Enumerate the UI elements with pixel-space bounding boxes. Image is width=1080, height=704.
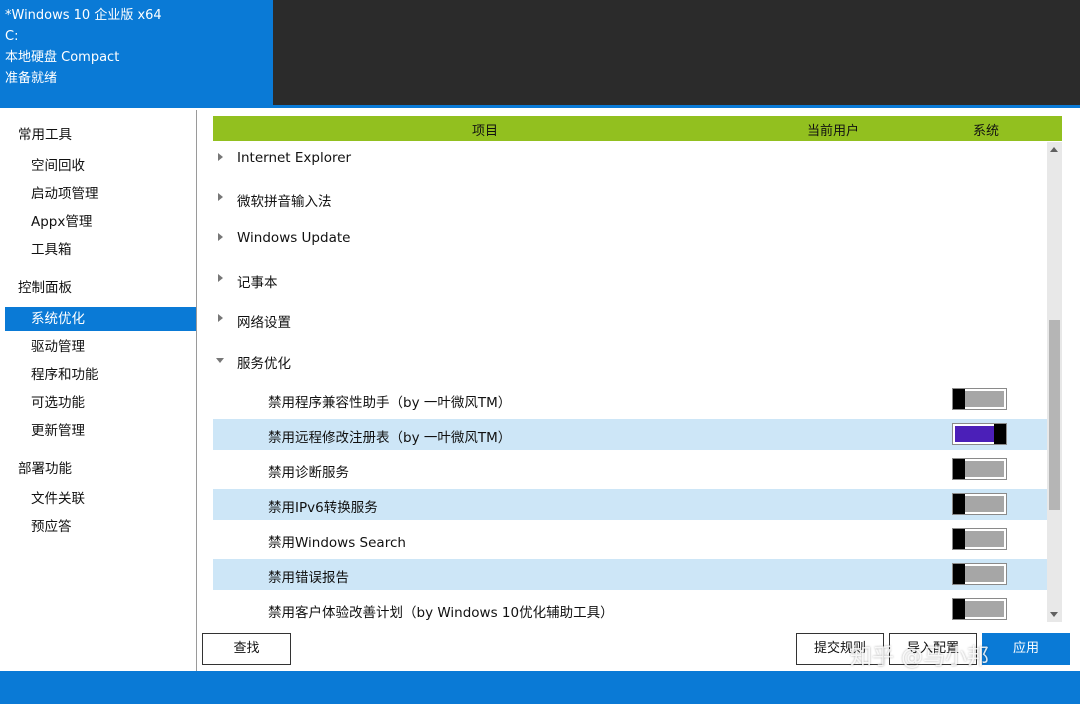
sidebar-item-startup-manager[interactable]: 启动项管理 — [5, 182, 196, 206]
category-internet-explorer[interactable]: Internet Explorer — [213, 145, 1048, 175]
tree-list: Internet Explorer 微软拼音输入法 Windows Update… — [213, 142, 1048, 622]
sidebar-item-toolbox[interactable]: 工具箱 — [5, 238, 196, 262]
sidebar-item-programs-features[interactable]: 程序和功能 — [5, 363, 196, 387]
import-config-button[interactable]: 导入配置 — [889, 633, 977, 665]
toggle-knob — [953, 529, 965, 549]
service-row: 禁用客户体验改善计划（by Windows 10优化辅助工具） — [213, 594, 1048, 622]
sidebar-item-driver-manager[interactable]: 驱动管理 — [5, 335, 196, 359]
expand-arrow-icon — [218, 233, 223, 241]
toggle-knob — [994, 424, 1006, 444]
table-header: 项目 当前用户 系统 — [213, 116, 1062, 141]
service-label: 禁用程序兼容性助手（by 一叶微风TM） — [268, 395, 512, 411]
image-info-panel: *Windows 10 企业版 x64 C: 本地硬盘 Compact 准备就绪 — [0, 0, 273, 108]
toggle-knob — [953, 599, 965, 619]
apply-button[interactable]: 应用 — [982, 633, 1070, 665]
system-toggle[interactable] — [952, 423, 1007, 445]
expand-arrow-icon — [218, 153, 223, 161]
service-label: 禁用客户体验改善计划（by Windows 10优化辅助工具） — [268, 605, 614, 621]
category-notepad[interactable]: 记事本 — [213, 266, 1048, 296]
column-header-item: 项目 — [472, 124, 499, 139]
system-toggle[interactable] — [952, 598, 1007, 620]
service-label: 禁用远程修改注册表（by 一叶微风TM） — [268, 430, 512, 446]
expand-arrow-icon — [218, 274, 223, 282]
category-windows-update[interactable]: Windows Update — [213, 225, 1048, 255]
service-label: 禁用错误报告 — [268, 570, 349, 586]
sidebar-item-update-manager[interactable]: 更新管理 — [5, 419, 196, 443]
footer-bar — [0, 671, 1080, 704]
service-label: 禁用IPv6转换服务 — [268, 500, 378, 516]
sidebar-group-common-tools: 常用工具 — [18, 127, 72, 143]
service-row: 禁用诊断服务 — [213, 454, 1048, 485]
service-row: 禁用错误报告 — [213, 559, 1048, 590]
header: *Windows 10 企业版 x64 C: 本地硬盘 Compact 准备就绪 — [0, 0, 1080, 108]
system-toggle[interactable] — [952, 388, 1007, 410]
column-header-system: 系统 — [973, 124, 1000, 139]
sidebar-item-appx-manager[interactable]: Appx管理 — [5, 210, 196, 234]
category-label: 网络设置 — [237, 315, 291, 331]
service-row: 禁用程序兼容性助手（by 一叶微风TM） — [213, 384, 1048, 415]
scroll-down-arrow-icon[interactable] — [1050, 612, 1058, 617]
category-label: 微软拼音输入法 — [237, 194, 332, 210]
expand-arrow-icon — [218, 193, 223, 201]
sidebar-item-optional-features[interactable]: 可选功能 — [5, 391, 196, 415]
app-window: *Windows 10 企业版 x64 C: 本地硬盘 Compact 准备就绪… — [0, 0, 1080, 704]
service-row: 禁用Windows Search — [213, 524, 1048, 555]
expand-arrow-icon — [218, 314, 223, 322]
category-network-settings[interactable]: 网络设置 — [213, 306, 1048, 336]
toggle-knob — [953, 389, 965, 409]
sidebar: 常用工具 空间回收 启动项管理 Appx管理 工具箱 控制面板 系统优化 驱动管… — [2, 110, 197, 671]
category-label: 服务优化 — [237, 356, 291, 372]
submit-rules-button[interactable]: 提交规则 — [796, 633, 884, 665]
sidebar-group-control-panel: 控制面板 — [18, 280, 72, 296]
service-label: 禁用Windows Search — [268, 535, 406, 551]
category-label: Internet Explorer — [237, 150, 352, 166]
toggle-knob — [953, 459, 965, 479]
os-label: *Windows 10 企业版 x64 — [5, 8, 162, 23]
sidebar-item-unattend[interactable]: 预应答 — [5, 515, 196, 539]
category-pinyin-ime[interactable]: 微软拼音输入法 — [213, 185, 1048, 215]
find-button[interactable]: 查找 — [202, 633, 291, 665]
sidebar-item-system-optimize[interactable]: 系统优化 — [5, 307, 196, 331]
sidebar-item-space-reclaim[interactable]: 空间回收 — [5, 154, 196, 178]
drive-label: C: — [5, 29, 19, 44]
service-row: 禁用远程修改注册表（by 一叶微风TM） — [213, 419, 1048, 450]
status-label: 准备就绪 — [5, 71, 58, 86]
system-toggle[interactable] — [952, 458, 1007, 480]
main-panel: 项目 当前用户 系统 Internet Explorer 微软拼音输入法 Win… — [199, 110, 1080, 671]
scroll-up-arrow-icon[interactable] — [1050, 147, 1058, 152]
category-service-optimize[interactable]: 服务优化 — [213, 347, 1048, 377]
toggle-knob — [953, 494, 965, 514]
system-toggle[interactable] — [952, 493, 1007, 515]
scroll-thumb[interactable] — [1049, 320, 1060, 510]
vertical-scrollbar[interactable] — [1047, 142, 1062, 622]
service-label: 禁用诊断服务 — [268, 465, 349, 481]
column-header-current-user: 当前用户 — [807, 124, 860, 139]
category-label: Windows Update — [237, 230, 351, 246]
service-row: 禁用IPv6转换服务 — [213, 489, 1048, 520]
disk-label: 本地硬盘 Compact — [5, 50, 120, 65]
category-label: 记事本 — [237, 275, 278, 291]
collapse-arrow-icon — [216, 358, 224, 363]
system-toggle[interactable] — [952, 563, 1007, 585]
toggle-knob — [953, 564, 965, 584]
sidebar-item-file-association[interactable]: 文件关联 — [5, 487, 196, 511]
header-divider — [0, 105, 1080, 108]
sidebar-group-deploy: 部署功能 — [18, 461, 72, 477]
system-toggle[interactable] — [952, 528, 1007, 550]
